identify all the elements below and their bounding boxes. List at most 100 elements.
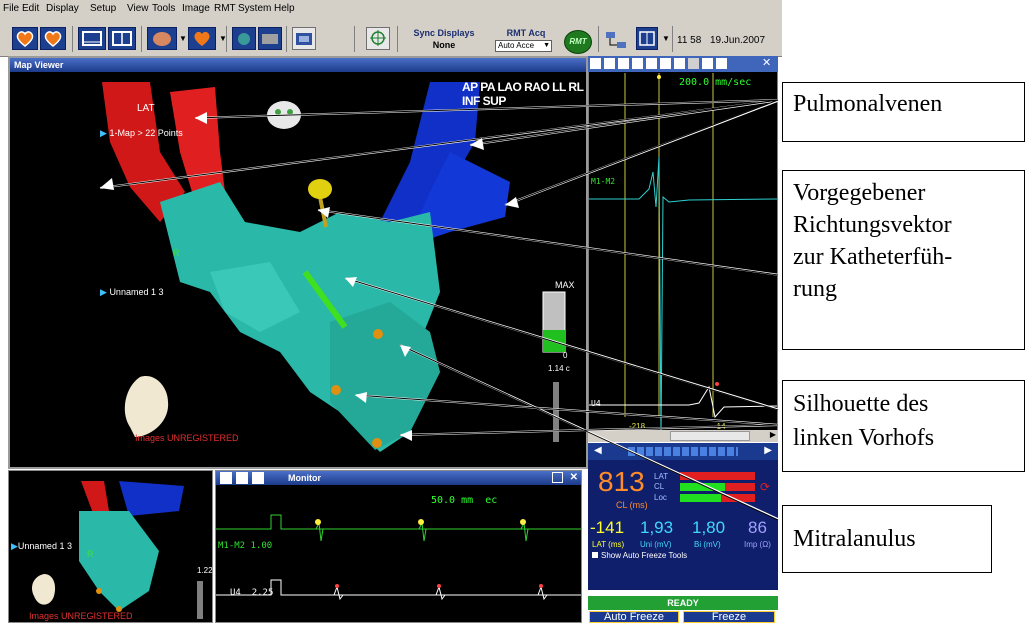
chevron-right-icon[interactable]: ▶: [764, 445, 772, 456]
menu-help[interactable]: Help: [274, 3, 295, 14]
crosshair-icon: [370, 30, 386, 46]
map-entry-label: 1-Map > 22 Points: [109, 128, 183, 138]
network-icon[interactable]: [604, 30, 628, 50]
chevron-down-icon[interactable]: ▼: [179, 34, 187, 43]
maximize-icon[interactable]: [552, 472, 563, 483]
grid-icon[interactable]: [660, 58, 671, 69]
stop-icon[interactable]: [688, 58, 699, 69]
heart-view-button[interactable]: [147, 27, 177, 50]
chevron-down-icon: ▼: [543, 42, 550, 49]
chevron-left-icon[interactable]: ◀: [594, 445, 602, 456]
auto-freeze-button[interactable]: Auto Freeze: [589, 611, 679, 623]
close-icon[interactable]: ✕: [570, 471, 578, 485]
menu-display[interactable]: Display: [46, 3, 79, 14]
imp-value: 86: [748, 518, 767, 537]
monitor-title: Monitor: [288, 473, 321, 483]
monitor-channel-1-value: 1.00: [250, 541, 273, 551]
monitor-titlebar: Monitor ✕: [216, 471, 581, 485]
expand-icon[interactable]: [646, 58, 657, 69]
bi-label: Bi (mV): [694, 540, 721, 549]
callout-richtungsvektor-line-2: Richtungsvektor: [793, 212, 952, 238]
updown-icon[interactable]: [252, 472, 264, 484]
menu-rmt[interactable]: RMT: [214, 3, 236, 14]
bar-cl-label: CL: [654, 482, 665, 491]
unnamed-entry[interactable]: ▶ Unnamed 1 3: [100, 287, 163, 298]
ecg-pane: 200.0 mm/sec M1-M2 U4 -218 -14: [588, 56, 778, 440]
layout-split-button[interactable]: [108, 27, 136, 50]
heart-dual-button[interactable]: [40, 27, 66, 50]
loc-bar: [680, 494, 755, 502]
menu-edit[interactable]: Edit: [22, 3, 39, 14]
freeze-tools-checkbox[interactable]: Show Auto Freeze Tools: [592, 551, 687, 560]
ecg-speed: 200.0 mm/sec: [679, 77, 752, 88]
list-icon[interactable]: [716, 58, 727, 69]
zoom-icon[interactable]: [632, 58, 643, 69]
layout-single-button[interactable]: [78, 27, 106, 50]
toolbar: ▼ ▼ Sync Displays None RMT Acq Auto Acce…: [0, 18, 782, 57]
toolbar-separator: [598, 26, 599, 52]
orientation-bar[interactable]: AP PA LAO RAO LL RL INF SUP: [462, 80, 586, 108]
waveform-icon[interactable]: [590, 58, 601, 69]
heart-color-button[interactable]: [188, 27, 216, 50]
close-icon[interactable]: ✕: [762, 56, 771, 69]
triangle-icon: ▶: [100, 287, 107, 297]
chevron-down-icon[interactable]: ▼: [662, 34, 670, 43]
bi-value: 1,80: [692, 518, 726, 537]
heart-icon: [44, 31, 62, 47]
freeze-button[interactable]: Freeze: [683, 611, 775, 623]
navigation-track[interactable]: [628, 447, 738, 456]
ecg-navigation: ◀ ▶: [588, 443, 778, 460]
pulse-icon[interactable]: [236, 472, 248, 484]
monitor-speed-unit: ec: [485, 495, 498, 506]
camera-icon: [296, 33, 312, 45]
refresh-icon[interactable]: ⟳: [760, 480, 770, 494]
menu-file[interactable]: File: [3, 3, 19, 14]
save-icon[interactable]: [674, 58, 685, 69]
menu-setup[interactable]: Setup: [90, 3, 116, 14]
window-layout-button[interactable]: [636, 27, 658, 50]
mini-marker-r: R: [87, 549, 94, 559]
mini-unnamed-entry[interactable]: ▶Unnamed 1 3: [11, 541, 72, 552]
monitor-channel-1-name: M1-M2: [218, 541, 246, 551]
cl-bar: [680, 483, 755, 491]
mini-map[interactable]: ▶Unnamed 1 3 R 1.22 Images UNREGISTERED: [8, 470, 213, 623]
callout-pulmonalvenen: Pulmonalvenen: [782, 82, 1025, 142]
chevron-right-icon[interactable]: ▶: [770, 430, 776, 439]
toolbar-separator: [141, 26, 142, 52]
scrollbar-thumb[interactable]: [670, 431, 750, 441]
anatomy-view-button[interactable]: [232, 27, 256, 50]
menu-system[interactable]: System: [238, 3, 271, 14]
callout-richtungsvektor: Vorgegebener Richtungsvektor zur Kathete…: [782, 170, 1025, 350]
bar-lat-label: LAT: [654, 472, 669, 481]
image-icon: [262, 34, 278, 44]
callout-silhouette-line-1: Silhouette des: [793, 391, 929, 417]
ecg-trace: [589, 73, 777, 437]
heart-map-button[interactable]: [12, 27, 38, 50]
print-icon[interactable]: [702, 58, 713, 69]
map-3d-view[interactable]: [10, 72, 586, 467]
ecg-scrollbar[interactable]: ▶: [588, 430, 778, 442]
monitor-window: Monitor ✕ 50.0 mm ec M1-M2 1.00 U4 2.25: [215, 470, 582, 623]
toolbar-separator: [397, 26, 398, 52]
layout-icon: [639, 31, 655, 46]
mini-unregistered-label: Images UNREGISTERED: [29, 611, 133, 621]
scale-zero: 0: [563, 351, 568, 360]
toolbar-separator: [286, 26, 287, 52]
rmt-status-badge[interactable]: RMT: [564, 30, 592, 54]
sync-displays-value[interactable]: None: [404, 40, 484, 50]
crosshair-button[interactable]: [366, 27, 390, 50]
image-view-button[interactable]: [258, 27, 282, 50]
lat-value: -141: [590, 518, 625, 537]
menu-view[interactable]: View: [127, 3, 149, 14]
updown-icon[interactable]: [618, 58, 629, 69]
pulse-icon[interactable]: [604, 58, 615, 69]
toolbar-separator: [672, 26, 673, 52]
rmt-acq-select[interactable]: Auto Acce ▼: [495, 40, 552, 52]
screenshot-button[interactable]: [292, 27, 316, 50]
triangle-icon: ▶: [100, 128, 107, 138]
sync-displays-label: Sync Displays: [413, 28, 475, 38]
menu-image[interactable]: Image: [182, 3, 210, 14]
map-entry[interactable]: ▶ 1-Map > 22 Points: [100, 128, 183, 139]
menu-tools[interactable]: Tools: [152, 3, 175, 14]
waveform-icon[interactable]: [220, 472, 232, 484]
